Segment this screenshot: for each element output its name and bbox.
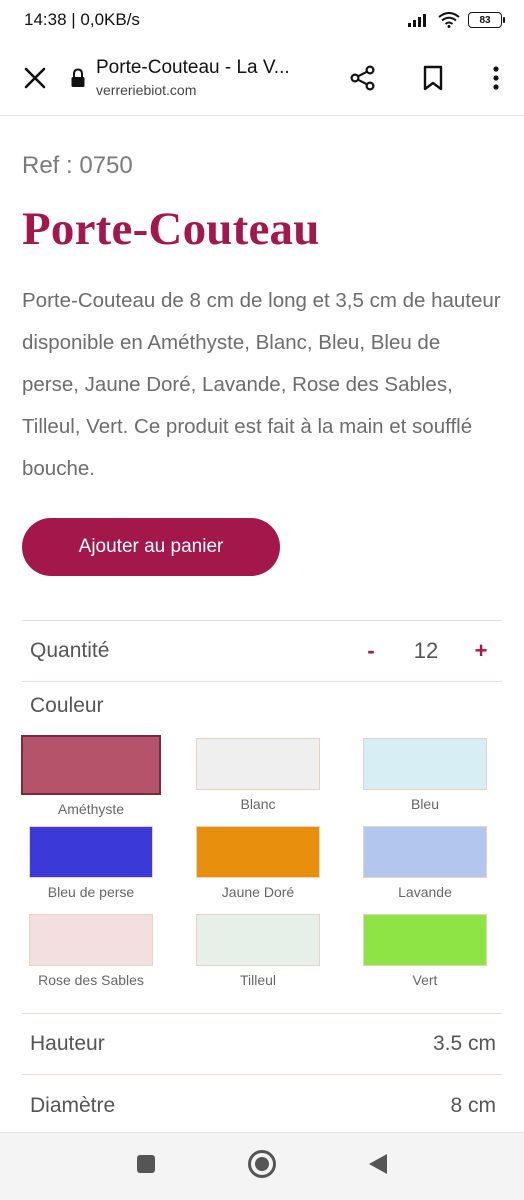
swatch-label: Rose des Sables [38,972,144,988]
swatch-label: Bleu de perse [47,884,135,900]
color-label: Couleur [30,694,104,717]
height-row: Hauteur 3.5 cm [22,1013,502,1075]
share-button[interactable] [328,40,398,116]
system-navigation-bar [0,1132,524,1200]
swatch-bleu-de-perse[interactable]: Bleu de perse [16,826,166,900]
swatch-label: Tilleul [239,972,277,988]
close-icon [24,67,46,88]
back-button[interactable] [367,1152,389,1181]
swatch-vert[interactable]: Vert [350,914,500,988]
more-menu-button[interactable] [468,40,524,116]
swatch-tile [29,914,153,966]
back-triangle-icon [369,1154,387,1174]
quantity-stepper: - 12 + [356,638,496,664]
product-ref: Ref : 0750 [22,152,133,179]
swatch-label: Lavande [398,884,452,900]
swatch-label: Améthyste [57,801,125,817]
browser-toolbar: Porte-Couteau - La V... verreriebiot.com [0,40,524,116]
battery-level: 83 [479,14,491,26]
home-button[interactable] [247,1149,277,1184]
quantity-value[interactable]: 12 [386,638,466,664]
swatch-blanc[interactable]: Blanc [183,738,333,812]
quantity-row: Quantité - 12 + [22,620,502,682]
swatch-tile [196,738,320,790]
url-area[interactable]: Porte-Couteau - La V... verreriebiot.com [70,57,328,98]
signal-icon [408,14,426,27]
swatch-lavande[interactable]: Lavande [350,826,500,900]
swatch-rose-des-sables[interactable]: Rose des Sables [16,914,166,988]
home-circle-icon [248,1150,276,1178]
status-time: 14:38 | 0,0KB/s [24,10,140,29]
swatch-bleu[interactable]: Bleu [350,738,500,812]
swatch-tile [21,735,161,795]
page-title: Porte-Couteau - La V... [96,57,290,78]
quantity-plus-button[interactable]: + [466,638,496,664]
wifi-icon [438,12,460,28]
swatch-tile [196,914,320,966]
add-to-cart-button[interactable]: Ajouter au panier [22,518,280,576]
diameter-value: 8 cm [450,1094,496,1117]
quantity-minus-button[interactable]: - [356,638,386,664]
status-bar: 14:38 | 0,0KB/s 83 [0,0,524,40]
height-label: Hauteur [30,1032,105,1055]
bookmark-button[interactable] [398,40,468,116]
swatch-label: Blanc [240,796,276,812]
close-button[interactable] [0,40,70,116]
share-icon [350,64,375,91]
recents-square-icon [137,1155,155,1173]
more-icon [493,65,499,90]
swatch-tilleul[interactable]: Tilleul [183,914,333,988]
swatch-tile [363,914,487,966]
quantity-label: Quantité [30,639,110,662]
swatch-jaune-dore[interactable]: Jaune Doré [183,826,333,900]
swatch-label: Bleu [410,796,440,812]
swatch-tile [29,826,153,878]
product-description: Porte-Couteau de 8 cm de long et 3,5 cm … [22,289,501,480]
height-value: 3.5 cm [432,1032,496,1055]
diameter-row: Diamètre 8 cm [22,1075,502,1137]
swatch-tile [363,738,487,790]
status-icons: 83 [408,12,505,28]
swatch-label: Jaune Doré [221,884,295,900]
battery-icon: 83 [468,12,505,28]
swatch-tile [363,826,487,878]
diameter-label: Diamètre [30,1094,116,1117]
bookmark-icon [423,65,443,90]
swatch-tile [196,826,320,878]
recents-button[interactable] [135,1153,157,1180]
lock-icon [71,67,85,87]
product-title: Porte-Couteau [22,203,320,255]
page-domain: verreriebiot.com [96,82,197,98]
swatch-amethyste[interactable]: Améthyste [16,735,166,817]
swatch-label: Vert [412,972,438,988]
